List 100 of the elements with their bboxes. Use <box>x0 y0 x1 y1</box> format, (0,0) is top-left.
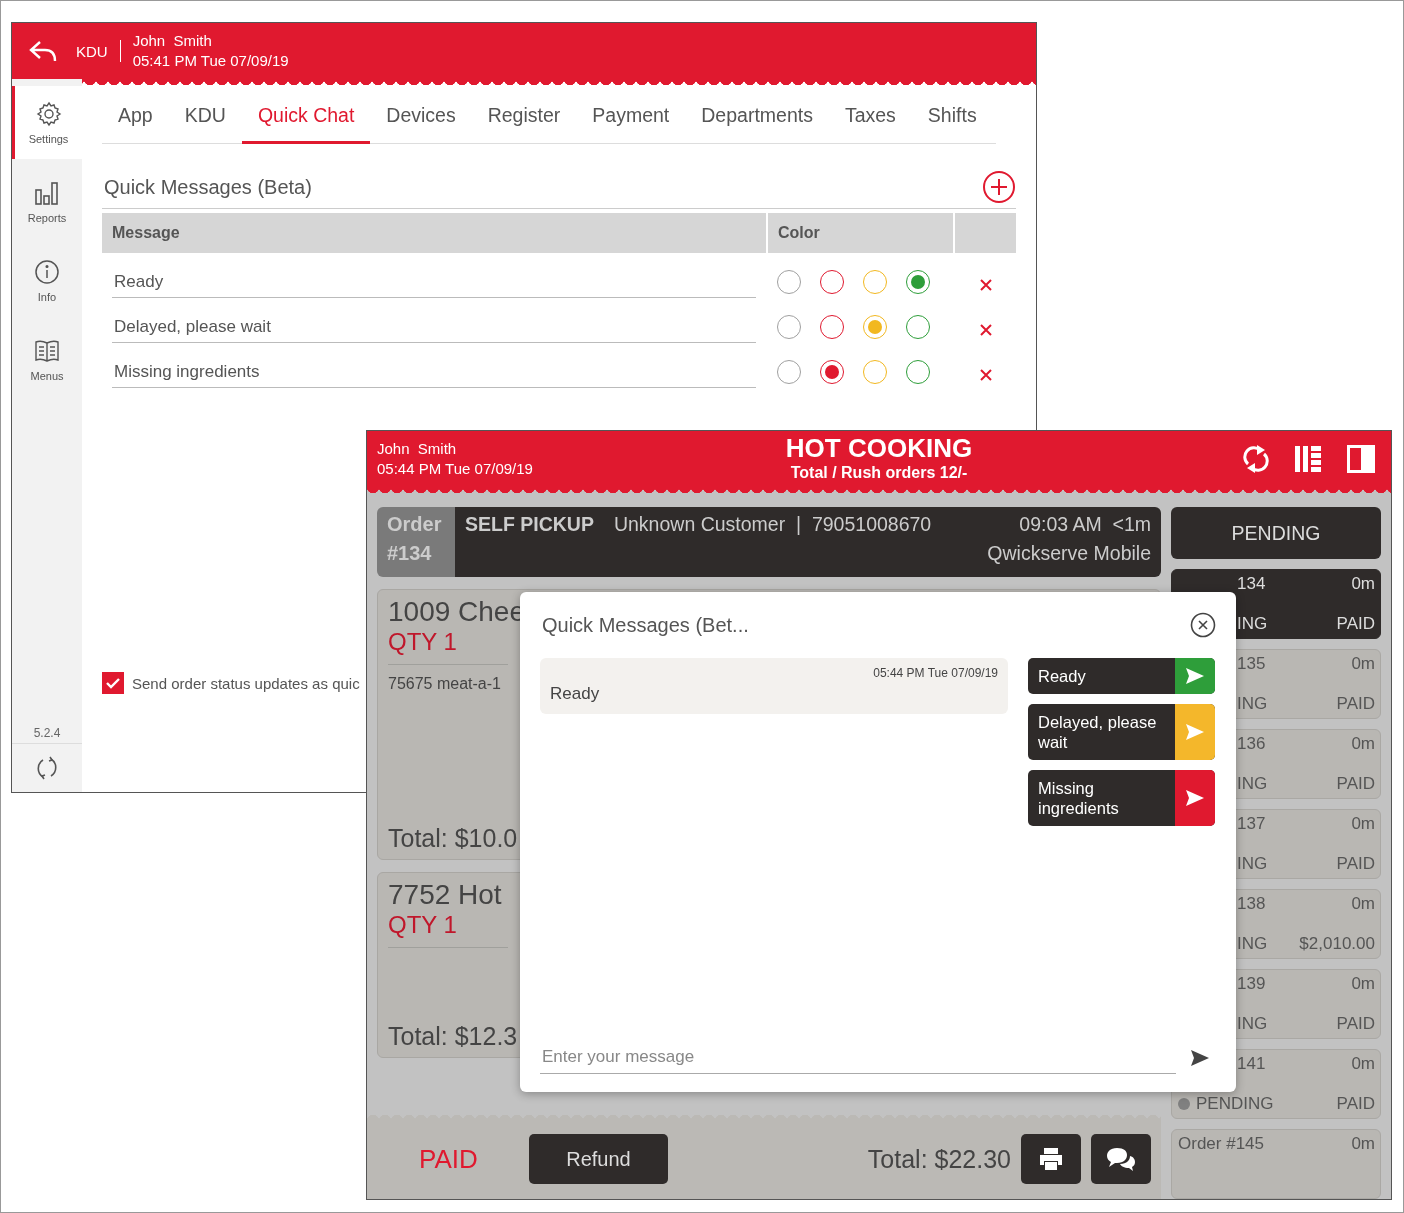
checkbox-label: Send order status updates as quic <box>132 674 360 692</box>
ticket-number: 141 <box>1237 1054 1266 1074</box>
back-icon[interactable] <box>28 39 58 63</box>
ticket-status: ING <box>1237 1014 1268 1034</box>
ticket-age: 0m <box>1351 974 1375 994</box>
column-header: Color <box>768 213 953 253</box>
tab[interactable]: Taxes <box>828 94 912 144</box>
send-icon <box>1190 1048 1210 1067</box>
add-icon[interactable] <box>982 170 1016 204</box>
order-label: Order <box>387 513 443 536</box>
item-quantity: QTY 1 <box>388 628 508 665</box>
ticket-payment: PAID <box>1336 694 1375 714</box>
order-number: #134 <box>387 542 433 565</box>
ticket-number: 134 <box>1237 574 1266 594</box>
tab[interactable]: KDU <box>168 94 242 144</box>
tab[interactable]: Devices <box>370 94 472 144</box>
columns-icon[interactable] <box>1295 446 1321 472</box>
chat-button[interactable] <box>1091 1134 1151 1184</box>
pending-button[interactable]: PENDING <box>1171 507 1381 559</box>
section-title: Quick Messages (Beta) <box>103 175 312 199</box>
ticket-age: 0m <box>1351 574 1375 594</box>
order-time: 09:03 AM <1m <box>1019 513 1151 536</box>
refresh-icon[interactable] <box>1243 444 1269 474</box>
print-button[interactable] <box>1021 1134 1081 1184</box>
tab[interactable]: Departments <box>685 94 829 144</box>
ticket-payment: PAID <box>1336 774 1375 794</box>
ticket-status: ING <box>1237 854 1268 874</box>
ticket-age: 0m <box>1351 814 1375 834</box>
ticket-payment: PAID <box>1336 614 1375 634</box>
ticket-payment: PAID <box>1336 1094 1375 1114</box>
date-time: 05:41 PM Tue 07/09/19 <box>132 51 289 71</box>
tab[interactable]: App <box>102 94 169 144</box>
item-name: 7752 Hot <box>388 879 502 911</box>
version-label: 5.2.4 <box>33 726 61 742</box>
item-note: 75675 meat-a-1 <box>388 675 501 693</box>
ticket-number: 138 <box>1237 894 1266 914</box>
ticket-payment: PAID <box>1336 1014 1375 1034</box>
message-text: Ready <box>550 684 601 704</box>
tab[interactable]: Quick Chat <box>241 94 371 144</box>
message-field[interactable]: Ready <box>112 272 756 298</box>
check-icon <box>106 677 120 689</box>
customer-info: Unknown Customer | 79051008670 <box>613 513 932 536</box>
column-header-background <box>955 213 1016 253</box>
dialog-title: Quick Messages (Bet... <box>542 613 749 637</box>
user-name: John Smith <box>132 31 213 51</box>
chat-icon <box>1106 1147 1136 1171</box>
app-name: KDU <box>76 42 108 60</box>
ticket-number: 139 <box>1237 974 1266 994</box>
panel-icon[interactable] <box>1347 445 1375 473</box>
ticket-payment: $2,010.00 <box>1299 934 1375 954</box>
item-total: Total: $10.0 <box>388 824 518 853</box>
ticket-age: 0m <box>1351 654 1375 674</box>
ticket-age: 0m <box>1351 894 1375 914</box>
ticket-number: 135 <box>1237 654 1266 674</box>
ticket-number: 137 <box>1237 814 1266 834</box>
printer-icon <box>1038 1147 1064 1171</box>
ticket-number: 136 <box>1237 734 1266 754</box>
ticket-status: ING <box>1237 774 1268 794</box>
ticket-age: 0m <box>1351 1134 1375 1154</box>
tab[interactable]: Shifts <box>911 94 993 144</box>
order-type: SELF PICKUP <box>465 513 594 536</box>
checkbox[interactable] <box>102 672 124 694</box>
item-total: Total: $12.3 <box>388 1022 518 1051</box>
ticket-number: Order #145 <box>1178 1134 1264 1154</box>
message-time: 05:44 PM Tue 07/09/19 <box>873 666 998 680</box>
order-ticket[interactable]: Order #145 0m <box>1171 1129 1381 1199</box>
screen-subtitle: Total / Rush orders 12/- <box>790 464 968 482</box>
date-time: 05:44 PM Tue 07/09/19 <box>377 459 533 479</box>
sidebar-item[interactable]: Info <box>12 244 82 317</box>
message-field[interactable]: Delayed, please wait <box>112 317 756 343</box>
refund-button[interactable]: Refund <box>529 1134 668 1184</box>
column-header: Message <box>102 213 766 253</box>
send-icon <box>1185 723 1205 741</box>
send-icon <box>1185 789 1205 807</box>
quick-reply-button[interactable]: Delayed, please wait <box>1028 704 1215 760</box>
tab[interactable]: Payment <box>576 94 686 144</box>
sync-icon[interactable] <box>34 755 60 781</box>
ticket-age: 0m <box>1351 1054 1375 1074</box>
quick-reply-button[interactable]: Ready <box>1028 658 1215 694</box>
payment-status: PAID <box>419 1143 479 1175</box>
ticket-status: ING <box>1237 614 1268 634</box>
sidebar-item[interactable]: Reports <box>12 165 82 238</box>
user-name: John Smith <box>377 439 458 459</box>
ticket-payment: PAID <box>1336 854 1375 874</box>
message-field[interactable]: Missing ingredients <box>112 362 756 388</box>
screen-title: HOT COOKING <box>785 433 973 464</box>
ticket-status: PENDING <box>1196 1094 1274 1114</box>
gear-icon <box>35 100 62 127</box>
ticket-status: ING <box>1237 694 1268 714</box>
order-total: Total: $22.30 <box>867 1144 1011 1174</box>
order-source: Qwickserve Mobile <box>987 542 1151 565</box>
info-icon <box>34 258 60 285</box>
close-icon[interactable] <box>1190 612 1216 638</box>
sidebar-item[interactable]: Settings <box>12 86 82 159</box>
quick-reply-button[interactable]: Missing ingredients <box>1028 770 1215 826</box>
tab[interactable]: Register <box>471 94 577 144</box>
ticket-status: ING <box>1237 934 1268 954</box>
bar-chart-icon <box>34 179 60 206</box>
sidebar-item[interactable]: Menus <box>12 323 82 396</box>
ticket-age: 0m <box>1351 734 1375 754</box>
